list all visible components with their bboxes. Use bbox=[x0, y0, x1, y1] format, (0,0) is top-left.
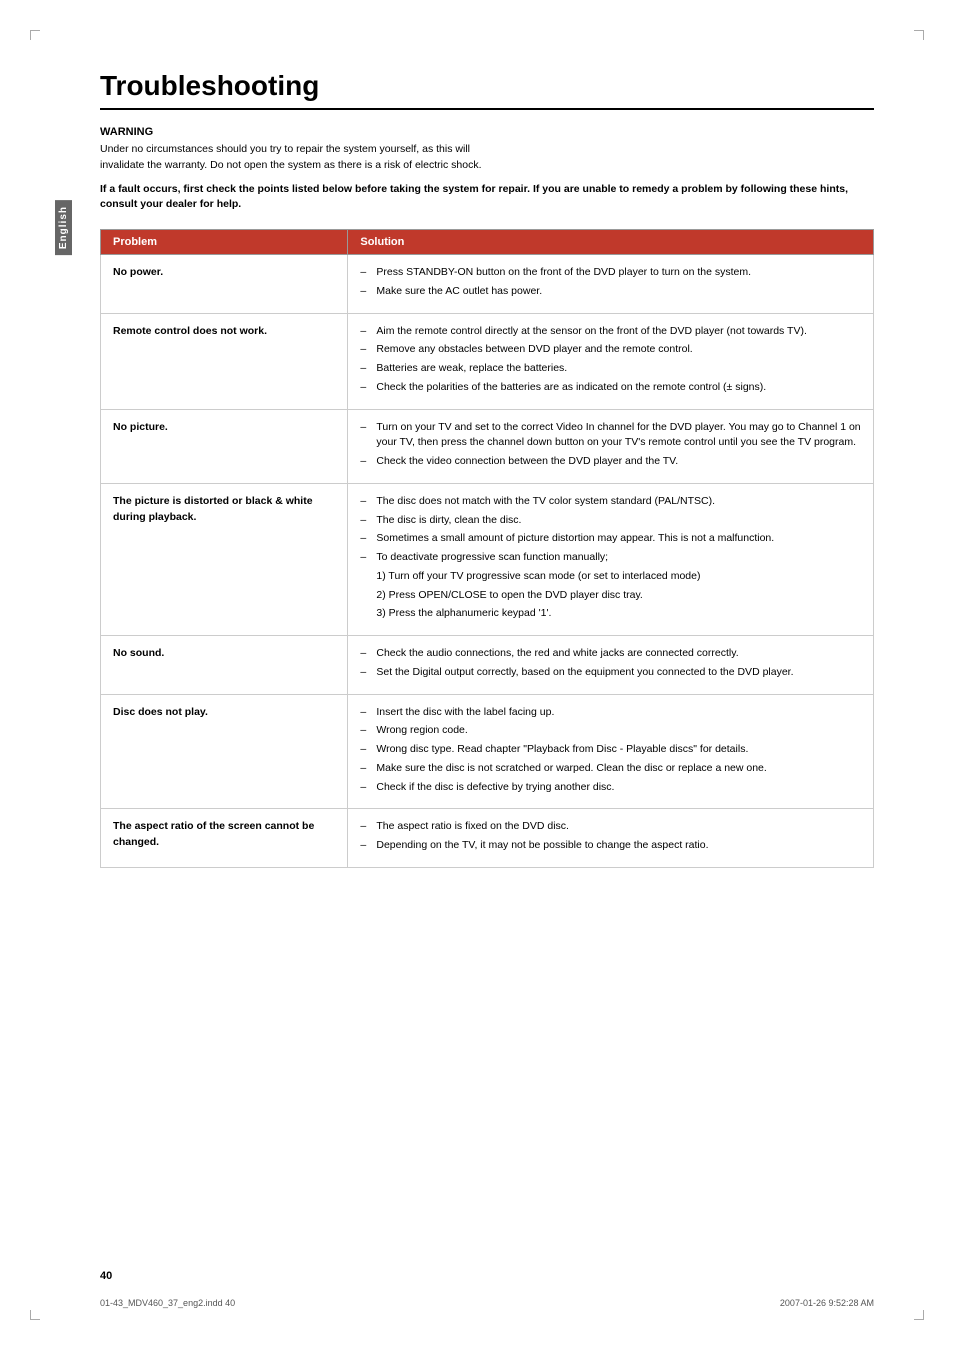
intro-text: If a fault occurs, first check the point… bbox=[100, 182, 874, 214]
solution-item: Set the Digital output correctly, based … bbox=[360, 665, 861, 681]
table-row-solution-0: Press STANDBY-ON button on the front of … bbox=[348, 255, 874, 314]
solution-item: Wrong region code. bbox=[360, 723, 861, 739]
solution-item: Remove any obstacles between DVD player … bbox=[360, 342, 861, 358]
solution-item: The aspect ratio is fixed on the DVD dis… bbox=[360, 819, 861, 835]
solution-item: Make sure the AC outlet has power. bbox=[360, 284, 861, 300]
solution-item: Sometimes a small amount of picture dist… bbox=[360, 531, 861, 547]
solution-item: Check the audio connections, the red and… bbox=[360, 646, 861, 662]
solution-item: The disc is dirty, clean the disc. bbox=[360, 513, 861, 529]
table-row-problem-5: Disc does not play. bbox=[101, 694, 348, 809]
solution-item: Depending on the TV, it may not be possi… bbox=[360, 838, 861, 854]
solution-item: Turn on your TV and set to the correct V… bbox=[360, 420, 861, 452]
troubleshooting-table: Problem Solution No power. Press STANDBY-… bbox=[100, 229, 874, 868]
solution-item: Check the polarities of the batteries ar… bbox=[360, 380, 861, 396]
table-row-solution-1: Aim the remote control directly at the s… bbox=[348, 313, 874, 409]
solution-item: Press STANDBY-ON button on the front of … bbox=[360, 265, 861, 281]
solution-item: Make sure the disc is not scratched or w… bbox=[360, 761, 861, 777]
solution-item: To deactivate progressive scan function … bbox=[360, 550, 861, 566]
table-row-problem-0: No power. bbox=[101, 255, 348, 314]
solution-item: Batteries are weak, replace the batterie… bbox=[360, 361, 861, 377]
footer-filename: 01-43_MDV460_37_eng2.indd 40 bbox=[100, 1298, 235, 1308]
solution-item: Aim the remote control directly at the s… bbox=[360, 324, 861, 340]
numbered-solution-item: 3) Press the alphanumeric keypad '1'. bbox=[360, 606, 861, 622]
solution-item: Wrong disc type. Read chapter "Playback … bbox=[360, 742, 861, 758]
table-row-problem-3: The picture is distorted or black & whit… bbox=[101, 483, 348, 635]
warning-body: Under no circumstances should you try to… bbox=[100, 142, 874, 174]
solution-item: Check if the disc is defective by trying… bbox=[360, 780, 861, 796]
solution-item: The disc does not match with the TV colo… bbox=[360, 494, 861, 510]
table-row-solution-4: Check the audio connections, the red and… bbox=[348, 636, 874, 695]
page-number: 40 bbox=[100, 1270, 112, 1282]
table-row-solution-5: Insert the disc with the label facing up… bbox=[348, 694, 874, 809]
numbered-solution-item: 2) Press OPEN/CLOSE to open the DVD play… bbox=[360, 588, 861, 604]
table-row-problem-1: Remote control does not work. bbox=[101, 313, 348, 409]
solution-item: Insert the disc with the label facing up… bbox=[360, 705, 861, 721]
table-row-problem-6: The aspect ratio of the screen cannot be… bbox=[101, 809, 348, 868]
warning-title: WARNING bbox=[100, 126, 874, 138]
table-row-solution-6: The aspect ratio is fixed on the DVD dis… bbox=[348, 809, 874, 868]
solution-item: Check the video connection between the D… bbox=[360, 454, 861, 470]
sidebar-language-label: English bbox=[55, 200, 72, 255]
table-row-problem-2: No picture. bbox=[101, 409, 348, 483]
warning-section: WARNING Under no circumstances should yo… bbox=[100, 126, 874, 213]
table-row-problem-4: No sound. bbox=[101, 636, 348, 695]
footer-date: 2007-01-26 9:52:28 AM bbox=[780, 1298, 874, 1308]
table-header-solution: Solution bbox=[348, 230, 874, 255]
numbered-solution-item: 1) Turn off your TV progressive scan mod… bbox=[360, 569, 861, 585]
table-row-solution-2: Turn on your TV and set to the correct V… bbox=[348, 409, 874, 483]
table-header-problem: Problem bbox=[101, 230, 348, 255]
footer: 01-43_MDV460_37_eng2.indd 40 2007-01-26 … bbox=[100, 1298, 874, 1308]
table-row-solution-3: The disc does not match with the TV colo… bbox=[348, 483, 874, 635]
page-title: Troubleshooting bbox=[100, 70, 874, 110]
